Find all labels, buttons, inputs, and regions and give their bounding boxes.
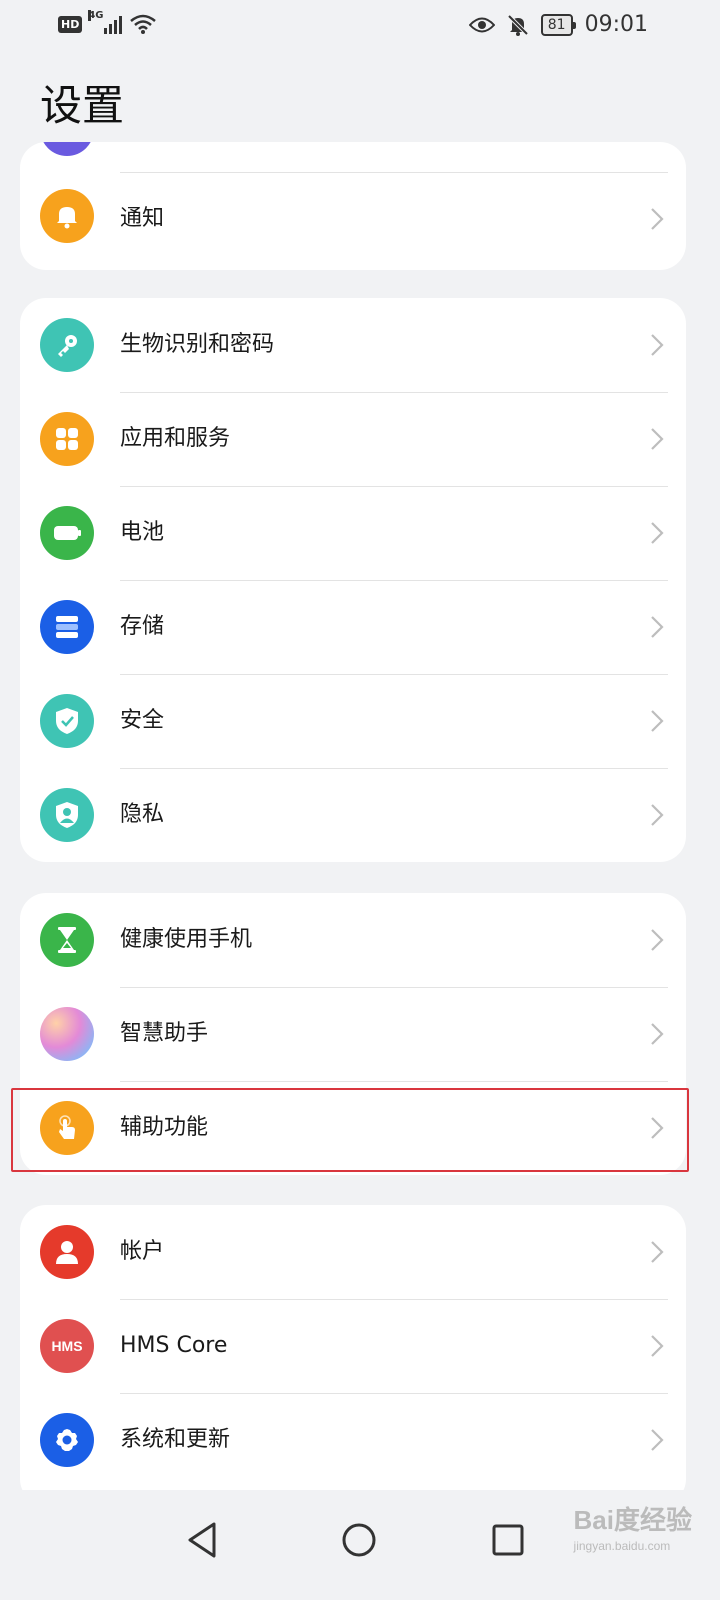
hourglass-icon <box>40 913 94 967</box>
settings-item-label: 隐私 <box>120 802 165 827</box>
settings-item-storage[interactable]: 存储 <box>20 580 686 674</box>
settings-item-label: 辅助功能 <box>120 1115 209 1140</box>
chevron-right-icon <box>651 616 664 638</box>
partial-icon <box>40 142 94 156</box>
hms-icon: HMS <box>40 1319 94 1373</box>
hd-badge: HD <box>58 15 83 33</box>
battery-indicator: 81 <box>540 13 576 36</box>
account-icon <box>40 1225 94 1279</box>
settings-item-label: 生物识别和密码 <box>120 332 275 357</box>
recents-icon[interactable] <box>486 1518 530 1562</box>
watermark-brand: Bai度经验 <box>573 1505 692 1535</box>
divider <box>120 486 668 487</box>
battery-icon <box>40 506 94 560</box>
key-icon <box>40 318 94 372</box>
back-icon[interactable] <box>182 1518 226 1562</box>
shield-check-icon <box>40 694 94 748</box>
settings-item-label: 智慧助手 <box>120 1021 209 1046</box>
chevron-right-icon <box>651 929 664 951</box>
wifi-icon <box>130 14 157 34</box>
settings-group-1: 通知 <box>20 142 686 270</box>
status-left: HD 4G <box>58 10 157 34</box>
chevron-right-icon <box>651 428 664 450</box>
settings-item-assistant[interactable]: 智慧助手 <box>20 987 686 1081</box>
settings-group-3: 健康使用手机 智慧助手 辅助功能 <box>20 893 686 1175</box>
watermark-url: jingyan.baidu.com <box>573 1539 671 1553</box>
storage-icon <box>40 600 94 654</box>
page-title: 设置 <box>40 81 125 130</box>
status-bar: HD 4G 81 09:01 <box>0 0 720 54</box>
clock: 09:01 <box>584 12 648 37</box>
chevron-right-icon <box>651 1241 664 1263</box>
settings-item-label: 存储 <box>120 614 165 639</box>
settings-item-partial[interactable] <box>20 142 686 172</box>
settings-group-4: 帐户 HMS HMS Core 系统和更新 <box>20 1205 686 1505</box>
eye-icon <box>468 17 495 32</box>
chevron-right-icon <box>651 804 664 826</box>
chevron-right-icon <box>651 334 664 356</box>
chevron-right-icon <box>651 710 664 732</box>
bell-off-icon <box>507 14 529 36</box>
settings-group-2: 生物识别和密码 应用和服务 电池 存储 安全 隐私 <box>20 298 686 862</box>
chevron-right-icon <box>651 208 664 230</box>
chevron-right-icon <box>651 522 664 544</box>
settings-item-account[interactable]: 帐户 <box>20 1205 686 1299</box>
divider <box>120 768 668 769</box>
svg-text:HMS: HMS <box>51 1338 82 1354</box>
settings-item-label: HMS Core <box>120 1333 228 1358</box>
settings-item-digital-balance[interactable]: 健康使用手机 <box>20 893 686 987</box>
bell-icon <box>40 189 94 243</box>
settings-item-battery[interactable]: 电池 <box>20 486 686 580</box>
settings-item-privacy[interactable]: 隐私 <box>20 768 686 862</box>
settings-item-biometrics[interactable]: 生物识别和密码 <box>20 298 686 392</box>
settings-item-system[interactable]: 系统和更新 <box>20 1393 686 1487</box>
signal-icon: 4G <box>88 10 123 34</box>
chevron-right-icon <box>651 1117 664 1139</box>
hand-touch-icon <box>40 1101 94 1155</box>
network-type: 4G <box>88 10 104 21</box>
settings-item-label: 应用和服务 <box>120 426 231 451</box>
divider <box>120 580 668 581</box>
divider <box>120 674 668 675</box>
home-icon[interactable] <box>337 1518 381 1562</box>
privacy-shield-icon <box>40 788 94 842</box>
divider <box>120 172 668 173</box>
settings-item-notifications[interactable]: 通知 <box>20 172 686 266</box>
settings-item-label: 健康使用手机 <box>120 927 253 952</box>
settings-item-label: 通知 <box>120 206 165 231</box>
settings-item-label: 系统和更新 <box>120 1427 231 1452</box>
settings-item-label: 安全 <box>120 708 165 733</box>
settings-item-label: 电池 <box>120 520 165 545</box>
gear-icon <box>40 1413 94 1467</box>
settings-item-apps[interactable]: 应用和服务 <box>20 392 686 486</box>
chevron-right-icon <box>651 1335 664 1357</box>
apps-grid-icon <box>40 412 94 466</box>
settings-item-label: 帐户 <box>120 1239 165 1264</box>
status-right: 81 09:01 <box>468 12 648 37</box>
chevron-right-icon <box>651 1429 664 1451</box>
assistant-icon <box>40 1007 94 1061</box>
watermark: Bai度经验 jingyan.baidu.com <box>574 1500 692 1553</box>
settings-item-accessibility[interactable]: 辅助功能 <box>20 1081 686 1175</box>
settings-item-hms-core[interactable]: HMS HMS Core <box>20 1299 686 1393</box>
chevron-right-icon <box>651 1023 664 1045</box>
settings-item-security[interactable]: 安全 <box>20 674 686 768</box>
